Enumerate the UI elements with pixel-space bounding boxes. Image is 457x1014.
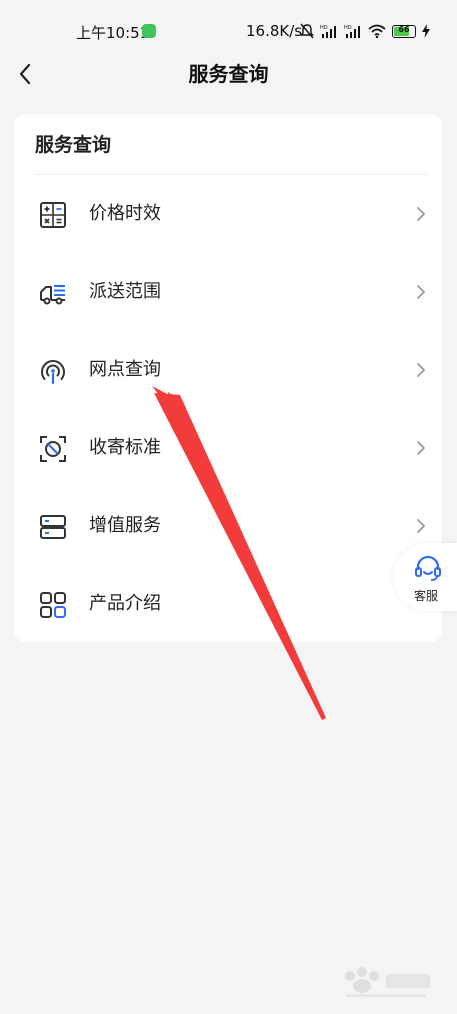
wechat-notification-icon	[142, 24, 156, 38]
chevron-right-icon	[417, 441, 425, 455]
menu-item-outlet-query[interactable]: 网点查询	[14, 340, 442, 400]
menu-item-label: 价格时效	[89, 203, 161, 224]
customer-service-label: 客服	[413, 589, 438, 603]
grid-apps-icon	[40, 592, 66, 618]
chevron-left-icon	[19, 63, 31, 85]
status-time: 上午10:51	[76, 24, 150, 42]
menu-item-label: 派送范围	[89, 281, 161, 302]
status-icons: HD HD 66	[300, 22, 430, 40]
menu-item-label: 产品介绍	[89, 593, 161, 614]
chevron-right-icon	[417, 363, 425, 377]
signal-hd-icon: HD	[320, 25, 336, 38]
card-title: 服务查询	[35, 134, 112, 156]
customer-service-button[interactable]: 客服	[393, 543, 457, 611]
menu-item-delivery-range[interactable]: 派送范围	[14, 262, 442, 322]
card-divider	[35, 174, 427, 175]
delivery-truck-icon	[40, 285, 65, 305]
battery-level: 66	[398, 24, 410, 34]
menu-item-mailing-standard[interactable]: 收寄标准	[14, 418, 442, 478]
headset-icon	[415, 555, 441, 581]
chevron-right-icon	[417, 207, 425, 221]
calculator-icon	[40, 202, 66, 228]
signal-tower-icon	[41, 360, 65, 385]
charging-icon	[422, 24, 430, 38]
svg-text:HD: HD	[344, 25, 352, 31]
menu-item-label: 增值服务	[89, 515, 161, 536]
mute-icon	[300, 23, 314, 39]
back-button[interactable]	[10, 56, 40, 92]
nav-bar: 服务查询	[0, 46, 457, 102]
prohibited-scan-icon	[40, 436, 66, 462]
menu-item-value-added[interactable]: 增值服务	[14, 496, 442, 556]
menu-item-price-time[interactable]: 价格时效	[14, 184, 442, 244]
chevron-right-icon	[417, 285, 425, 299]
wifi-icon	[368, 24, 386, 38]
signal-hd-icon-2: HD	[344, 25, 360, 38]
menu-item-label: 网点查询	[89, 359, 161, 380]
battery-icon: 66	[392, 24, 416, 38]
chevron-right-icon	[417, 519, 425, 533]
watermark-logo	[345, 967, 430, 997]
menu-item-label: 收寄标准	[89, 437, 161, 458]
page-title: 服务查询	[188, 62, 269, 86]
menu-item-product-intro[interactable]: 产品介绍	[14, 574, 442, 634]
svg-text:HD: HD	[320, 25, 328, 31]
network-speed: 16.8K/s	[246, 22, 303, 40]
status-bar: 上午10:51 16.8K/s HD HD 66	[0, 0, 457, 46]
server-stack-icon	[40, 515, 66, 539]
service-card: 服务查询 价格时效 派送范围 网点查询 收寄标准 增值服务 产品介绍	[14, 114, 442, 642]
